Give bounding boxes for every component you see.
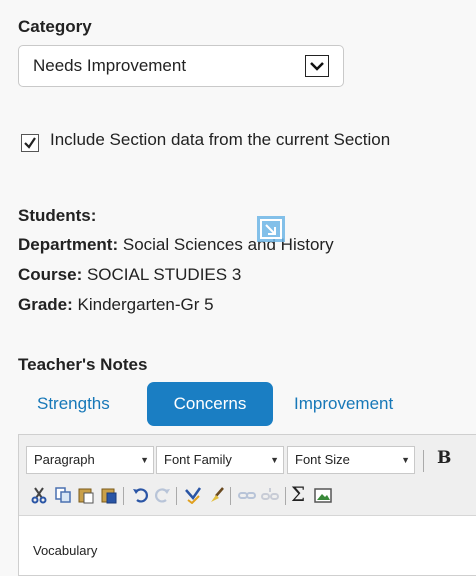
dropdown-arrow-icon: ▼ [401,455,410,465]
expand-icon[interactable] [255,214,287,244]
unlink-icon[interactable] [261,486,279,504]
tab-improvement[interactable]: Improvement [294,394,393,414]
dropdown-arrow-icon: ▼ [140,455,149,465]
spellcheck-icon[interactable] [184,486,202,504]
redo-icon[interactable] [154,486,172,504]
editor-content[interactable]: Vocabulary [33,543,97,558]
toolbar-divider [285,487,286,505]
teachers-notes-heading: Teacher's Notes [18,355,148,374]
sum-icon[interactable]: Σ [291,482,305,506]
category-label: Category [18,17,92,36]
undo-icon[interactable] [131,486,149,504]
department-value: Social Sciences and History [122,235,334,254]
department-label: Department: [18,235,119,254]
format-select[interactable]: Paragraph ▼ [26,446,154,474]
format-select-value: Paragraph [34,452,95,467]
toolbar-divider [123,487,124,505]
tab-strengths[interactable]: Strengths [37,394,110,414]
font-size-select[interactable]: Font Size ▼ [287,446,415,474]
grade-label: Grade: [18,295,73,314]
bold-button[interactable]: B [437,448,451,468]
course-label: Course: [18,265,83,284]
cleanup-icon[interactable] [208,486,226,504]
category-selected-value: Needs Improvement [33,56,187,75]
students-label: Students: [18,206,97,225]
grade-line: Grade: Kindergarten-Gr 5 [18,295,214,315]
rich-text-editor[interactable]: Paragraph ▼ Font Family ▼ Font Size ▼ B [18,434,476,576]
chevron-down-icon[interactable] [305,55,329,77]
image-icon[interactable] [314,486,332,504]
toolbar-divider [176,487,177,505]
font-family-select[interactable]: Font Family ▼ [156,446,284,474]
include-section-checkbox[interactable] [21,134,39,152]
copy-icon[interactable] [54,486,72,504]
font-size-select-value: Font Size [295,452,350,467]
category-select[interactable]: Needs Improvement [18,45,344,87]
paste-icon[interactable] [77,486,95,504]
course-value: SOCIAL STUDIES 3 [86,265,242,284]
include-section-label: Include Section data from the current Se… [50,130,391,149]
dropdown-arrow-icon: ▼ [270,455,279,465]
checkmark-icon [24,137,36,149]
paste-word-icon[interactable] [100,486,118,504]
grade-value: Kindergarten-Gr 5 [77,295,214,314]
cut-icon[interactable] [30,486,48,504]
toolbar-divider [423,450,424,472]
toolbar-divider [230,487,231,505]
course-line: Course: SOCIAL STUDIES 3 [18,265,241,285]
link-icon[interactable] [238,486,256,504]
tab-concerns[interactable]: Concerns [147,382,273,426]
editor-toolbar: Paragraph ▼ Font Family ▼ Font Size ▼ B [19,435,476,516]
font-family-select-value: Font Family [164,452,232,467]
